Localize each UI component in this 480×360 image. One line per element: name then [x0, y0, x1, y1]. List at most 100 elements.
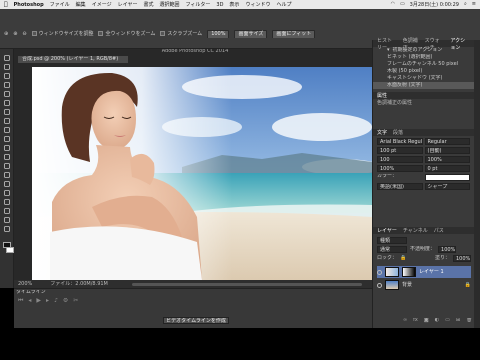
history-brush-tool-icon[interactable] [3, 136, 11, 142]
quick-select-tool-icon[interactable] [3, 82, 11, 88]
status-file-size[interactable]: ファイル：2.00M/8.91M [50, 281, 108, 287]
gradient-tool-icon[interactable] [3, 154, 11, 160]
visibility-eye-icon[interactable] [377, 269, 382, 275]
action-row[interactable]: ビネット (選択範囲) [373, 54, 474, 61]
document-tab[interactable]: 合成.psd @ 200% (レイヤー 1, RGB/8#) [18, 56, 128, 63]
menu-view[interactable]: 表示 [229, 1, 239, 8]
scale-v-field[interactable]: 100% [424, 156, 470, 163]
lasso-tool-icon[interactable] [3, 73, 11, 79]
fill-screen-button[interactable]: 画面にフィット [272, 30, 316, 38]
audio-icon[interactable]: ♪ [54, 298, 58, 304]
menu-layer[interactable]: レイヤー [118, 1, 138, 8]
scrubby-zoom-checkbox[interactable] [160, 31, 166, 36]
background-color-swatch[interactable] [6, 247, 14, 253]
leading-field[interactable]: (自動) [424, 147, 470, 154]
scale-h-field[interactable]: 100% [377, 165, 423, 172]
action-row[interactable]: キャストシャドウ (文字) [373, 75, 474, 82]
menu-window[interactable]: ウィンドウ [245, 1, 270, 8]
type-tool-icon[interactable] [3, 190, 11, 196]
next-frame-icon[interactable]: ▸ [46, 298, 49, 304]
action-row-selected[interactable]: 水面反射 (文字) [373, 82, 474, 89]
horizontal-scrollbar[interactable] [132, 282, 362, 286]
menu-filter[interactable]: フィルター [185, 1, 210, 8]
tab-channels[interactable]: チャンネル [403, 227, 428, 234]
visibility-eye-icon[interactable] [377, 282, 382, 288]
play-icon[interactable]: ▶ [36, 298, 41, 304]
marquee-tool-icon[interactable] [3, 64, 11, 70]
scrubby-zoom-option[interactable]: スクラブズーム [160, 31, 202, 37]
zoom-all-option[interactable]: 全ウィンドウをズーム [98, 31, 155, 37]
go-first-frame-icon[interactable]: ⏮ [18, 298, 23, 304]
lock-icon[interactable]: 🔒 [400, 256, 406, 261]
font-size-field[interactable]: 100 pt [377, 147, 423, 154]
dodge-tool-icon[interactable] [3, 172, 11, 178]
tab-properties[interactable]: 属性 [377, 92, 387, 99]
menu-select[interactable]: 選択範囲 [159, 1, 179, 8]
stamp-tool-icon[interactable] [3, 127, 11, 133]
new-layer-icon[interactable]: ⊞ [456, 318, 460, 323]
blur-tool-icon[interactable] [3, 163, 11, 169]
folder-icon[interactable]: ▭ [445, 318, 450, 323]
settings-icon[interactable]: ⚙ [63, 298, 68, 304]
create-video-timeline-button[interactable]: ビデオタイムラインを作成 [163, 317, 229, 324]
spotlight-icon[interactable]: ⌕ [464, 1, 467, 8]
zoom-in-icon[interactable]: ⊕ [13, 31, 17, 37]
fit-screen-button[interactable]: 画面サイズ [234, 30, 268, 38]
tab-paragraph[interactable]: 段落 [393, 129, 403, 136]
eyedropper-tool-icon[interactable] [3, 100, 11, 106]
tab-character[interactable]: 文字 [377, 129, 387, 136]
resize-windows-checkbox[interactable] [31, 31, 37, 36]
crop-tool-icon[interactable] [3, 91, 11, 97]
zoom-all-checkbox[interactable] [98, 31, 104, 36]
menu-help[interactable]: ヘルプ [276, 1, 291, 8]
wifi-icon[interactable]: ◠ [391, 1, 395, 8]
menu-file[interactable]: ファイル [50, 1, 70, 8]
zoom-100-button[interactable]: 100% [207, 30, 230, 38]
adjustment-icon[interactable]: ◐ [435, 318, 439, 323]
language-select[interactable]: 英語(米国) [377, 183, 423, 190]
fx-icon[interactable]: fx [413, 318, 418, 323]
action-row[interactable]: フレームのチャンネル 50 pixel [373, 61, 474, 68]
text-color-swatch[interactable] [424, 174, 470, 181]
transition-icon[interactable]: ✂ [73, 298, 78, 304]
menu-type[interactable]: 書式 [143, 1, 153, 8]
path-select-tool-icon[interactable] [3, 199, 11, 205]
clock[interactable]: 3月28日(土) 0:00:29 [410, 1, 459, 8]
tab-paths[interactable]: パス [434, 227, 444, 234]
pen-tool-icon[interactable] [3, 181, 11, 187]
tab-actions[interactable]: アクション [450, 37, 470, 51]
antialias-select[interactable]: シャープ [424, 183, 470, 190]
status-zoom[interactable]: 200% [18, 281, 32, 287]
action-row[interactable]: 木製 (50 pixel) [373, 68, 474, 75]
resize-windows-option[interactable]: ウィンドウサイズを調整 [31, 31, 93, 37]
healing-tool-icon[interactable] [3, 109, 11, 115]
prev-frame-icon[interactable]: ◂ [28, 298, 31, 304]
move-tool-icon[interactable] [3, 55, 11, 61]
notification-icon[interactable]: ≡ [472, 1, 476, 8]
baseline-field[interactable]: 0 pt [424, 165, 470, 172]
zoom-tool-icon[interactable] [3, 226, 11, 232]
shape-tool-icon[interactable] [3, 208, 11, 214]
menu-image[interactable]: イメージ [92, 1, 112, 8]
opacity-field[interactable]: 100% [438, 246, 457, 253]
font-style-select[interactable]: Regular [424, 138, 470, 145]
fill-field[interactable]: 100% [453, 255, 471, 262]
battery-icon[interactable]: ▭ [400, 1, 405, 8]
hand-tool-icon[interactable] [3, 217, 11, 223]
menu-3d[interactable]: 3D [216, 2, 223, 8]
image-canvas[interactable] [32, 67, 372, 280]
link-icon[interactable]: ∞ [403, 318, 407, 323]
mask-icon[interactable]: ◙ [424, 318, 429, 323]
trash-icon[interactable]: 🗑 [466, 318, 472, 323]
font-family-select[interactable]: Arial Black Regular [377, 138, 423, 145]
apple-menu-icon[interactable]:  [4, 1, 8, 8]
eraser-tool-icon[interactable] [3, 145, 11, 151]
zoom-out-icon[interactable]: ⊖ [22, 31, 26, 37]
blend-mode-select[interactable]: 通常 [377, 246, 407, 253]
layer-row-layer1[interactable]: レイヤー 1 [377, 266, 471, 278]
layer-kind-filter[interactable]: 種類 [377, 237, 407, 244]
layer-row-background[interactable]: 背景 🔒 [377, 279, 471, 291]
menu-photoshop[interactable]: Photoshop [14, 2, 44, 8]
tab-layers[interactable]: レイヤー [377, 227, 397, 234]
brush-tool-icon[interactable] [3, 118, 11, 124]
